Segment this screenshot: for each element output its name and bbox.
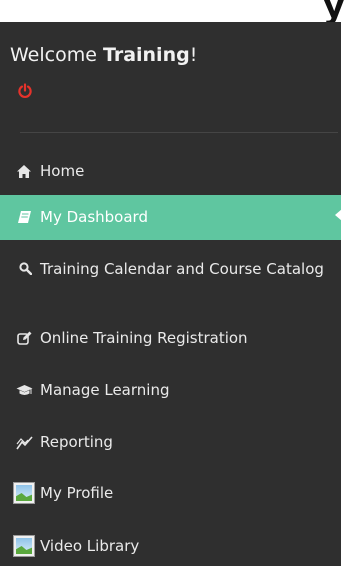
- nav-item-label: Training Calendar and Course Catalog: [40, 260, 324, 278]
- welcome-suffix: !: [189, 44, 198, 66]
- power-icon[interactable]: [17, 83, 33, 99]
- nav-item-label: My Profile: [40, 484, 114, 502]
- welcome-prefix: Welcome: [10, 44, 103, 66]
- sidebar-nav: Welcome Training! Home My Dashboard Trai…: [0, 22, 345, 566]
- nav-item-home[interactable]: Home: [0, 149, 341, 193]
- content-edge: [341, 22, 345, 566]
- image-icon: [13, 482, 35, 504]
- edit-icon: [15, 329, 33, 347]
- nav-item-reporting[interactable]: Reporting: [0, 420, 341, 464]
- divider: [20, 132, 338, 133]
- nav-item-my-dashboard[interactable]: My Dashboard: [0, 195, 342, 240]
- home-icon: [15, 162, 33, 180]
- nav-item-label: Reporting: [40, 433, 113, 451]
- nav-item-label: Home: [40, 162, 85, 180]
- nav-item-my-profile[interactable]: My Profile: [0, 470, 341, 516]
- welcome-heading: Welcome Training!: [10, 44, 197, 66]
- nav-item-label: Video Library: [40, 537, 140, 555]
- welcome-username: Training: [102, 44, 190, 66]
- nav-item-label: Manage Learning: [40, 381, 170, 399]
- nav-item-manage-learning[interactable]: Manage Learning: [0, 368, 341, 412]
- image-icon: [13, 535, 35, 557]
- graduation-cap-icon: [15, 381, 33, 399]
- nav-item-video-library[interactable]: Video Library: [0, 524, 341, 568]
- nav-item-training-calendar[interactable]: Training Calendar and Course Catalog: [0, 250, 341, 306]
- top-strip: y: [0, 0, 345, 26]
- nav-item-online-registration[interactable]: Online Training Registration: [0, 316, 341, 360]
- line-chart-icon: [15, 433, 33, 451]
- book-icon: [15, 208, 33, 226]
- nav-item-label: My Dashboard: [40, 208, 148, 226]
- nav-item-label: Online Training Registration: [40, 329, 248, 347]
